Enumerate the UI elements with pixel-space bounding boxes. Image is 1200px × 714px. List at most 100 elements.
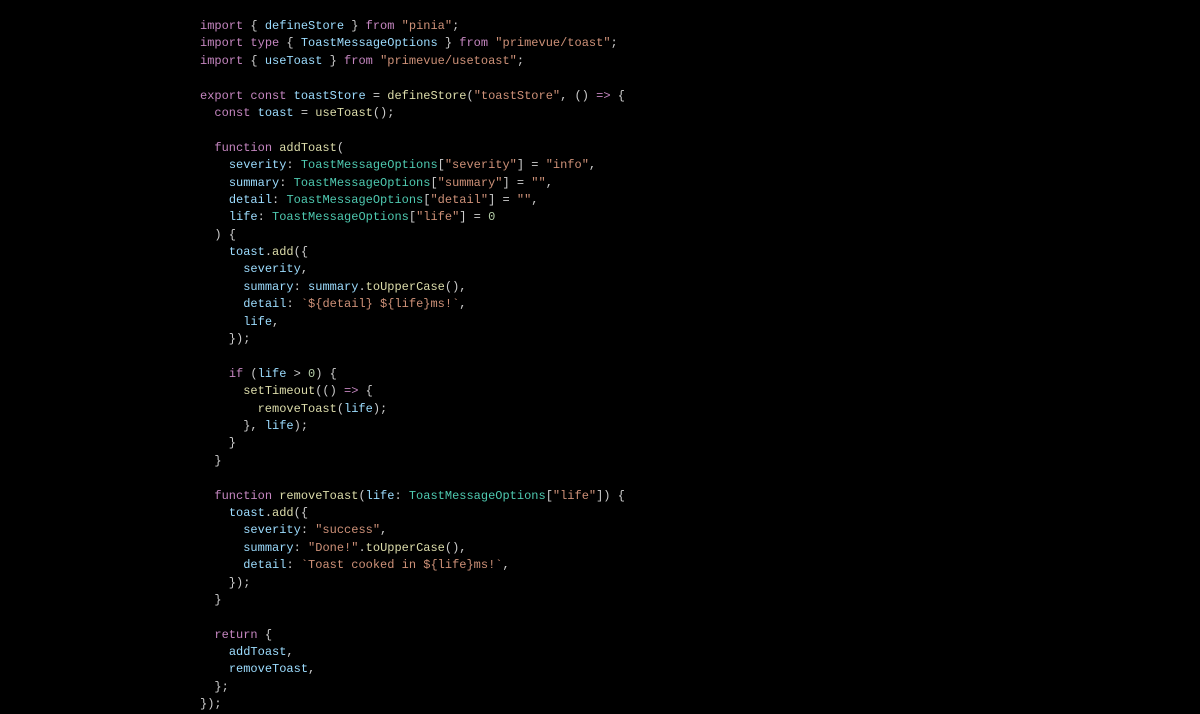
code-line: export const toastStore = defineStore("t… — [200, 88, 1200, 105]
code-token: severity — [243, 523, 301, 537]
code-token: setTimeout — [243, 384, 315, 398]
code-token: { — [279, 36, 301, 50]
code-token: "toastStore" — [474, 89, 560, 103]
code-token — [200, 141, 214, 155]
code-token — [394, 19, 401, 33]
code-token — [200, 158, 229, 172]
code-token: toast — [229, 245, 265, 259]
code-line: summary: "Done!".toUpperCase(), — [200, 540, 1200, 557]
code-token — [373, 54, 380, 68]
code-token: : — [294, 280, 308, 294]
code-token — [200, 297, 243, 311]
code-token: , — [286, 645, 293, 659]
code-token: if — [229, 367, 243, 381]
code-token: "severity" — [445, 158, 517, 172]
code-token: type — [250, 36, 279, 50]
code-token: summary — [229, 176, 279, 190]
code-token — [200, 106, 214, 120]
code-editor[interactable]: import { defineStore } from "pinia";impo… — [0, 0, 1200, 714]
code-token: life — [344, 402, 373, 416]
code-token: (() — [315, 384, 344, 398]
code-token: ] = — [459, 210, 488, 224]
code-token: from — [459, 36, 488, 50]
code-line: import type { ToastMessageOptions } from… — [200, 35, 1200, 52]
code-token: ; — [517, 54, 524, 68]
code-token: ) { — [200, 228, 236, 242]
code-token: summary — [243, 541, 293, 555]
code-token: import — [200, 19, 243, 33]
code-line — [200, 348, 1200, 365]
code-token — [200, 558, 243, 572]
code-token — [200, 193, 229, 207]
code-token: "primevue/toast" — [495, 36, 610, 50]
code-token: , — [272, 315, 279, 329]
code-token: : — [286, 297, 300, 311]
code-line: toast.add({ — [200, 505, 1200, 522]
code-line — [200, 122, 1200, 139]
code-token: ToastMessageOptions — [294, 176, 431, 190]
code-token: "" — [517, 193, 531, 207]
code-token: } — [200, 436, 236, 450]
code-token: ( — [358, 489, 365, 503]
code-token: severity — [229, 158, 287, 172]
code-token: "Done!" — [308, 541, 358, 555]
code-token: [ — [409, 210, 416, 224]
code-token: } — [344, 19, 366, 33]
code-token: add — [272, 245, 294, 259]
code-line: function addToast( — [200, 140, 1200, 157]
code-line: summary: ToastMessageOptions["summary"] … — [200, 175, 1200, 192]
code-token: }); — [200, 332, 250, 346]
code-token: ; — [452, 19, 459, 33]
code-token: `${detail} ${life}ms!` — [301, 297, 459, 311]
code-line: }); — [200, 696, 1200, 713]
code-token: , — [301, 262, 308, 276]
code-token: "life" — [416, 210, 459, 224]
code-line: detail: `${detail} ${life}ms!`, — [200, 296, 1200, 313]
code-token — [200, 280, 243, 294]
code-token: . — [358, 280, 365, 294]
code-token: ToastMessageOptions — [301, 36, 438, 50]
code-token: : — [272, 193, 286, 207]
code-token: } — [200, 454, 222, 468]
code-token: }); — [200, 697, 222, 711]
code-token: ({ — [294, 245, 308, 259]
code-token: `Toast cooked in ${life}ms!` — [301, 558, 503, 572]
code-token: 0 — [488, 210, 495, 224]
code-line: life, — [200, 314, 1200, 331]
code-line — [200, 470, 1200, 487]
code-token: useToast — [265, 54, 323, 68]
code-line: import { useToast } from "primevue/useto… — [200, 53, 1200, 70]
code-token — [200, 662, 229, 676]
code-token: defineStore — [265, 19, 344, 33]
code-token: ( — [337, 141, 344, 155]
code-token: = — [294, 106, 316, 120]
code-token: (), — [445, 541, 467, 555]
code-token: function — [214, 141, 272, 155]
code-token — [200, 367, 229, 381]
code-token: "info" — [546, 158, 589, 172]
code-token: { — [611, 89, 625, 103]
code-token: : — [258, 210, 272, 224]
code-token: [ — [438, 158, 445, 172]
code-token — [200, 210, 229, 224]
code-token: , — [459, 297, 466, 311]
code-line: life: ToastMessageOptions["life"] = 0 — [200, 209, 1200, 226]
code-token: "summary" — [438, 176, 503, 190]
code-token: [ — [546, 489, 553, 503]
code-token: ( — [466, 89, 473, 103]
code-token: life — [366, 489, 395, 503]
code-token: ] = — [517, 158, 546, 172]
code-token: defineStore — [387, 89, 466, 103]
code-token: ); — [373, 402, 387, 416]
code-token: [ — [430, 176, 437, 190]
code-token: ToastMessageOptions — [272, 210, 409, 224]
code-line: addToast, — [200, 644, 1200, 661]
code-token: toUpperCase — [366, 541, 445, 555]
code-token: toast — [258, 106, 294, 120]
code-token: ]) { — [596, 489, 625, 503]
code-token — [200, 506, 229, 520]
code-token: }, — [200, 419, 265, 433]
code-token: > — [286, 367, 308, 381]
code-token: => — [344, 384, 358, 398]
code-token: life — [258, 367, 287, 381]
